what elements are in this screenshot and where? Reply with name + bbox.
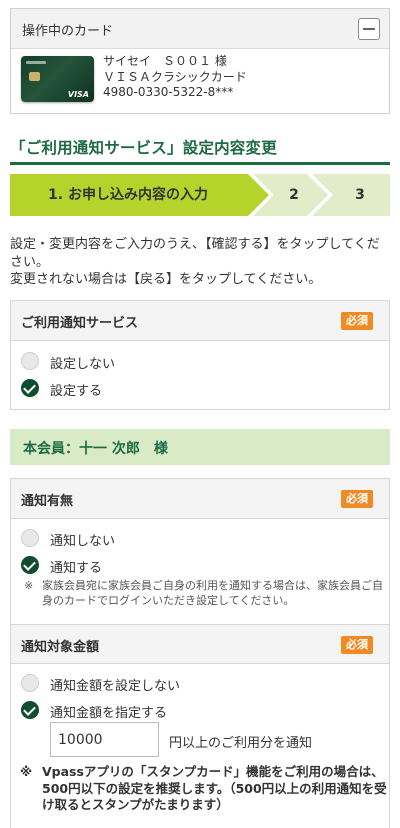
- required-badge: 必須: [341, 312, 373, 330]
- radio-unchecked-icon[interactable]: [21, 352, 39, 370]
- note-text: 家族会員宛に家族会員ご自身の利用を通知する場合は、家族会員ご自身のカードでログイ…: [42, 579, 383, 607]
- instruction-line-1: 設定・変更内容をご入力のうえ、【確認する】をタップしてください。: [10, 237, 380, 270]
- instruction-text: 設定・変更内容をご入力のうえ、【確認する】をタップしてください。 変更されない場…: [10, 236, 390, 289]
- required-badge: 必須: [341, 490, 373, 508]
- option-label: 通知金額を指定する: [50, 706, 168, 721]
- card-info: サイセイ Ｓ００１ 様 ＶＩＳＡクラシックカード 4980-0330-5322-…: [103, 54, 247, 101]
- instruction-line-2: 変更されない場合は【戻る】をタップしてください。: [10, 272, 322, 287]
- notify-heading: 通知有無: [21, 494, 74, 509]
- card-name: ＶＩＳＡクラシックカード: [103, 69, 247, 84]
- title-divider: [10, 162, 390, 165]
- step-2-label: 2: [289, 187, 299, 203]
- service-header: ご利用通知サービス 必須: [11, 301, 389, 341]
- radio-unchecked-icon[interactable]: [21, 674, 39, 692]
- member-bar: 本会員：十一 次郎 様: [10, 429, 390, 465]
- card-chip-icon: [29, 72, 40, 81]
- family-note: ※ 家族会員宛に家族会員ご自身の利用を通知する場合は、家族会員ご自身のカードでロ…: [24, 579, 384, 609]
- note-mark: ※: [20, 764, 33, 779]
- step-1-label: 1. お申し込み内容の入力: [48, 187, 208, 203]
- visa-logo: VISA: [67, 90, 89, 99]
- page-title: 「ご利用通知サービス」設定内容変更: [10, 139, 277, 157]
- radio-unchecked-icon[interactable]: [21, 529, 39, 547]
- collapse-icon[interactable]: [358, 18, 380, 40]
- option-label: 通知する: [50, 561, 103, 576]
- option-label: 設定する: [50, 384, 103, 399]
- service-section: ご利用通知サービス 必須 設定しない 設定する: [10, 300, 390, 410]
- amount-header: 通知対象金額 必須: [11, 624, 389, 664]
- required-badge: 必須: [341, 636, 373, 654]
- amount-suffix: 円以上のご利用分を通知: [169, 736, 313, 751]
- option-label: 通知しない: [50, 534, 116, 549]
- radio-checked-icon[interactable]: [21, 701, 39, 719]
- step-indicator: 1. お申し込み内容の入力 2 3: [10, 174, 390, 216]
- amount-input[interactable]: [50, 722, 159, 757]
- notify-header: 通知有無 必須: [11, 479, 389, 519]
- card-logo-stripe: [26, 61, 46, 64]
- vpass-note-text: Vpassアプリの「スタンプカード」機能をご利用の場合は、500円以下の設定を推…: [42, 764, 387, 812]
- radio-checked-icon[interactable]: [21, 379, 39, 397]
- card-holder: サイセイ Ｓ００１ 様: [103, 54, 227, 68]
- option-label: 設定しない: [50, 357, 116, 372]
- card-panel-title: 操作中のカード: [22, 24, 114, 39]
- card-panel-header: 操作中のカード: [11, 9, 389, 49]
- amount-heading: 通知対象金額: [21, 640, 100, 655]
- option-label: 通知金額を設定しない: [50, 679, 181, 694]
- active-card-panel: 操作中のカード VISA サイセイ Ｓ００１ 様 ＶＩＳＡクラシックカード 49…: [10, 8, 390, 114]
- card-number: 4980-0330-5322-8***: [103, 85, 234, 99]
- step-3-label: 3: [355, 187, 365, 203]
- member-name: 本会員：十一 次郎 様: [23, 441, 168, 457]
- note-mark: ※: [24, 579, 34, 592]
- card-image: VISA: [21, 56, 94, 102]
- radio-checked-icon[interactable]: [21, 556, 39, 574]
- service-heading: ご利用通知サービス: [21, 316, 139, 331]
